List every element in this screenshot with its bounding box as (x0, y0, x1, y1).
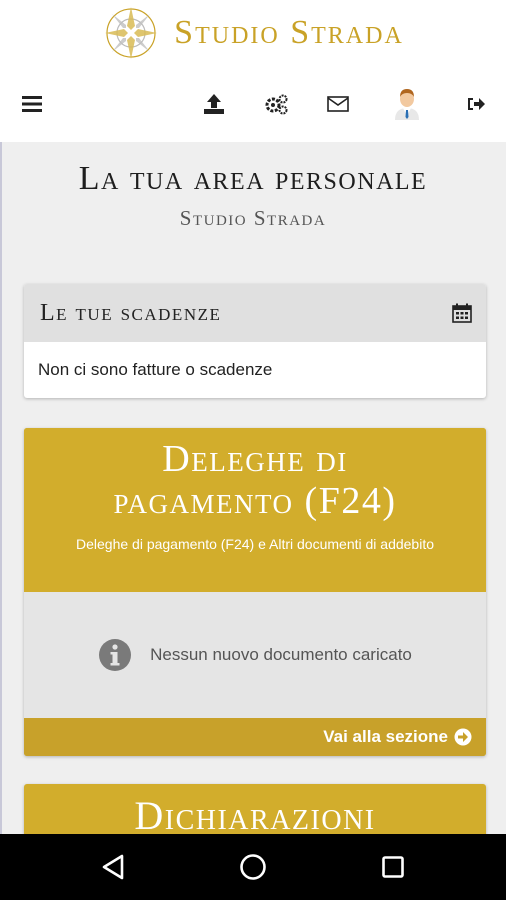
settings-button[interactable] (262, 90, 290, 118)
f24-empty-message: Nessun nuovo documento caricato (150, 645, 412, 664)
f24-card: Deleghe di pagamento (F24) Deleghe di pa… (24, 428, 486, 756)
app-header: Studio Strada (0, 0, 506, 142)
menu-icon (22, 96, 42, 112)
page-title: La tua area personale (78, 160, 428, 197)
system-home-button[interactable] (236, 850, 270, 884)
menu-button[interactable] (18, 90, 46, 118)
arrow-circle-right-icon (454, 728, 472, 746)
upload-icon (204, 94, 224, 114)
top-navbar (0, 84, 506, 124)
settings-icon (265, 94, 288, 115)
f24-card-header: Deleghe di pagamento (F24) Deleghe di pa… (24, 428, 486, 592)
left-edge-divider (0, 142, 2, 834)
home-circle-icon (240, 854, 266, 880)
brand: Studio Strada (0, 4, 506, 62)
system-recent-apps-button[interactable] (376, 850, 410, 884)
recent-apps-square-icon (382, 856, 404, 878)
deadlines-card: Le tue scadenze Non ci sono fatture o sc… (24, 284, 486, 398)
upload-button[interactable] (200, 90, 228, 118)
declarations-title: Dichiarazioni (134, 793, 376, 838)
avatar[interactable] (390, 86, 424, 120)
deadlines-empty-message: Non ci sono fatture o scadenze (38, 360, 273, 379)
mail-button[interactable] (324, 90, 352, 118)
f24-card-body: Nessun nuovo documento caricato (24, 592, 486, 718)
brand-logo-icon (105, 7, 158, 59)
f24-title-line2: pagamento (F24) (113, 480, 397, 522)
f24-section-link[interactable]: Vai alla sezione (24, 718, 486, 756)
calendar-icon (452, 303, 472, 323)
f24-section-link-label: Vai alla sezione (323, 727, 448, 746)
system-back-button[interactable] (96, 850, 130, 884)
mail-icon (327, 96, 349, 112)
deadlines-title: Le tue scadenze (40, 299, 222, 326)
back-triangle-icon (102, 854, 124, 880)
f24-title-line1: Deleghe di (162, 438, 348, 480)
page-subtitle: Studio Strada (179, 206, 327, 230)
brand-name: Studio Strada (174, 14, 404, 51)
android-navigation-bar (0, 834, 506, 900)
info-icon (99, 639, 132, 671)
logout-icon (468, 98, 485, 110)
logout-button[interactable] (462, 90, 490, 118)
deadlines-card-header: Le tue scadenze (24, 284, 486, 342)
user-avatar-icon (395, 89, 419, 120)
f24-subtitle: Deleghe di pagamento (F24) e Altri docum… (76, 536, 434, 552)
